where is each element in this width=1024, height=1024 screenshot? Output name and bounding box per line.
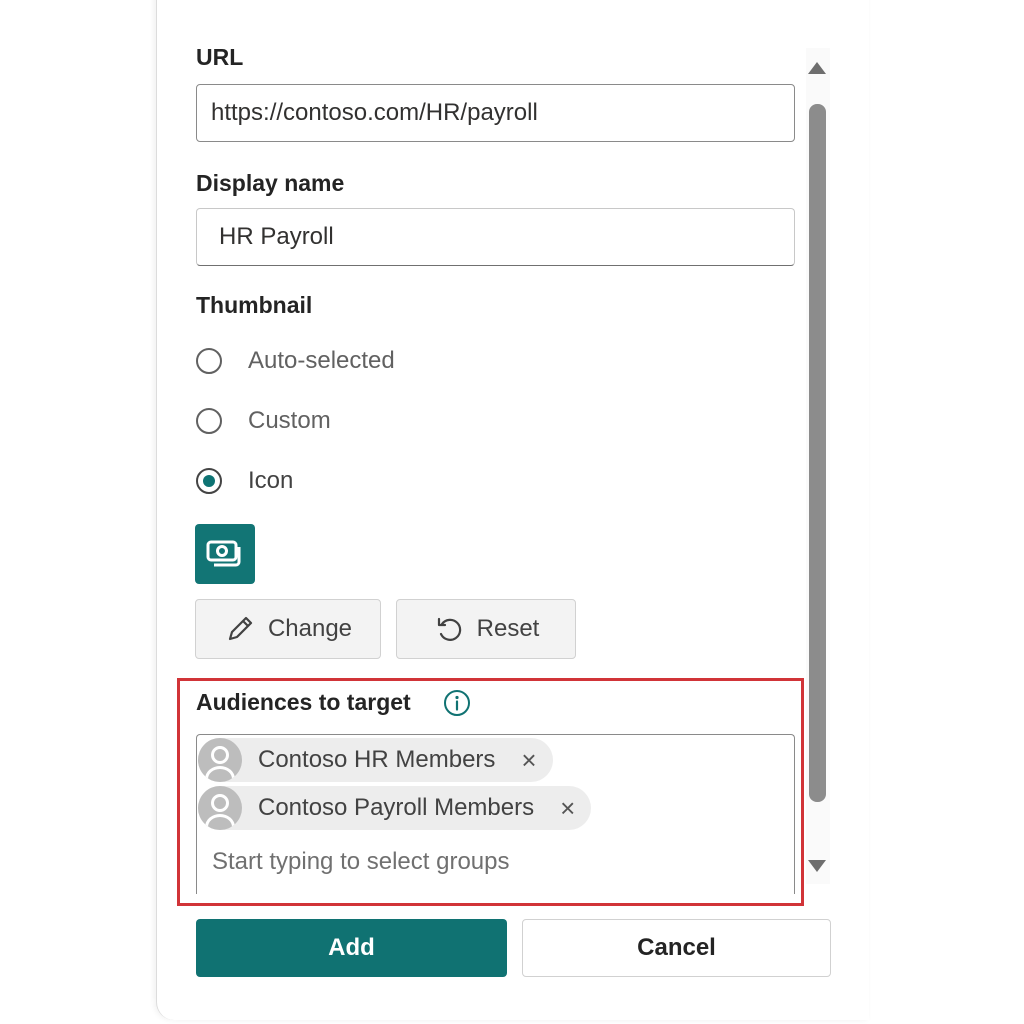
reset-button[interactable]: Reset: [396, 599, 576, 659]
radio-label: Icon: [248, 467, 294, 494]
radio-button[interactable]: [196, 348, 222, 374]
pencil-icon: [228, 616, 253, 641]
radio-button[interactable]: [196, 468, 222, 494]
url-input[interactable]: https://contoso.com/HR/payroll: [196, 84, 795, 142]
money-icon: [206, 540, 241, 567]
url-value: https://contoso.com/HR/payroll: [211, 99, 538, 126]
scroll-down-icon[interactable]: [808, 860, 826, 872]
radio-auto-selected[interactable]: Auto-selected: [196, 347, 395, 375]
selected-thumbnail-icon: [195, 524, 255, 584]
reset-label: Reset: [476, 615, 540, 642]
radio-button[interactable]: [196, 408, 222, 434]
change-button[interactable]: Change: [195, 599, 381, 659]
close-icon[interactable]: ×: [521, 747, 536, 773]
display-name-value: HR Payroll: [219, 223, 334, 250]
change-label: Change: [267, 615, 353, 642]
avatar: [198, 786, 242, 830]
avatar: [198, 738, 242, 782]
url-label: URL: [196, 44, 244, 70]
radio-label: Custom: [248, 407, 331, 434]
radio-icon[interactable]: Icon: [196, 467, 293, 495]
scroll-up-icon[interactable]: [808, 62, 826, 74]
group-chip: Contoso Payroll Members ×: [198, 786, 592, 830]
info-icon[interactable]: [442, 688, 472, 718]
audiences-label: Audiences to target: [196, 689, 411, 715]
group-search-placeholder[interactable]: Start typing to select groups: [212, 848, 510, 876]
add-button[interactable]: Add: [196, 919, 507, 977]
group-name: Contoso Payroll Members: [258, 794, 535, 821]
display-name-label: Display name: [196, 170, 345, 196]
cancel-button[interactable]: Cancel: [522, 919, 831, 977]
close-icon[interactable]: ×: [560, 795, 575, 821]
scrollbar-thumb[interactable]: [809, 104, 826, 802]
radio-label: Auto-selected: [248, 347, 395, 374]
group-name: Contoso HR Members: [258, 746, 496, 773]
radio-custom[interactable]: Custom: [196, 407, 331, 435]
undo-icon: [437, 617, 461, 641]
group-chip: Contoso HR Members ×: [198, 738, 553, 782]
thumbnail-label: Thumbnail: [196, 292, 313, 318]
display-name-input[interactable]: HR Payroll: [196, 208, 795, 266]
